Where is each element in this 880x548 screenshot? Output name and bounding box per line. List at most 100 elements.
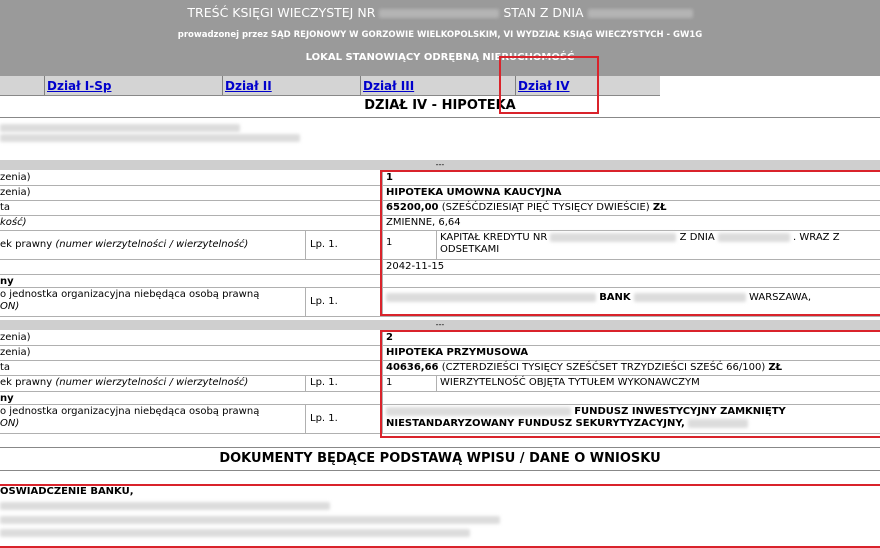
redacted-text xyxy=(0,502,330,510)
table-row: kość) ZMIENNE, 6,64 xyxy=(0,216,880,231)
table-row: ny xyxy=(0,275,880,288)
table-row: ek prawny (numer wierzytelności / wierzy… xyxy=(0,231,880,260)
tab-dzial-4[interactable]: Dział IV xyxy=(515,76,660,95)
kw-state-label: STAN Z DNIA xyxy=(503,5,584,20)
label-creditor: ny xyxy=(0,393,14,404)
label-entry-number: zenia) xyxy=(0,332,31,343)
creditor-name: FUNDUSZ INWESTYCYJNY ZAMKNIĘTY NIESTANDA… xyxy=(386,406,786,430)
table-row: zenia) HIPOTEKA PRZYMUSOWA xyxy=(0,346,880,361)
redacted-text xyxy=(550,232,677,242)
column-divider xyxy=(436,231,437,259)
table-row: 2042-11-15 xyxy=(0,260,880,275)
label-org-line: ON) xyxy=(0,301,20,312)
table-row: ta 65200,00 (SZEŚĆDZIESIĄT PIĘĆ TYSIĘCY … xyxy=(0,201,880,216)
column-divider xyxy=(382,275,383,287)
column-divider xyxy=(436,376,437,391)
interest-value: ZMIENNE, 6,64 xyxy=(386,217,461,228)
column-divider xyxy=(382,376,383,391)
redacted-text xyxy=(386,292,596,302)
column-divider xyxy=(382,331,383,345)
separator-row: --- xyxy=(0,160,880,170)
tab-dzial-1[interactable]: Dział I-Sp xyxy=(44,76,221,95)
column-divider xyxy=(305,405,306,433)
document-item: OŚWIADCZENIE BANKU, xyxy=(0,486,134,497)
kw-court-line: prowadzonej przez SĄD REJONOWY W GORZOWI… xyxy=(177,30,703,40)
tab-dzial-3[interactable]: Dział III xyxy=(360,76,511,95)
claim-text-part: Z DNIA xyxy=(679,232,715,243)
mortgage-number: 1 xyxy=(386,172,393,183)
amount-words: (SZEŚĆDZIESIĄT PIĘĆ TYSIĘCY DWIEŚCIE) xyxy=(441,202,650,213)
column-divider xyxy=(382,405,383,433)
column-divider xyxy=(382,186,383,200)
label-org-unit: o jednostka organizacyjna niebędąca osob… xyxy=(0,406,259,430)
repayment-date: 2042-11-15 xyxy=(386,261,445,272)
column-divider xyxy=(382,216,383,230)
column-divider xyxy=(305,231,306,259)
tab-dzial-3-link[interactable]: Dział III xyxy=(363,79,414,93)
creditor-bank: BANK xyxy=(599,292,631,303)
label-claim-italic: (numer wierzytelności / wierzytelność) xyxy=(55,239,249,250)
tab-dzial-1-link[interactable]: Dział I-Sp xyxy=(47,79,111,93)
table-row: zenia) HIPOTEKA UMOWNA KAUCYJNA xyxy=(0,186,880,201)
column-divider xyxy=(382,288,383,316)
label-interest: kość) xyxy=(0,217,27,228)
claim-text-part: KAPITAŁ KREDYTU NR xyxy=(440,232,548,243)
tab-dzial-2-link[interactable]: Dział II xyxy=(225,79,272,93)
creditor-name: BANK WARSZAWA, xyxy=(386,292,811,304)
section-tabs: Dział I-Sp Dział II Dział III Dział IV xyxy=(0,76,660,96)
claim-text-part: . WRAZ Z xyxy=(793,232,840,243)
tab-dzial-2[interactable]: Dział II xyxy=(222,76,359,95)
column-divider xyxy=(382,392,383,404)
label-org-line: ON) xyxy=(0,418,20,429)
claim-index: 1 xyxy=(386,377,393,388)
mortgage-number: 2 xyxy=(386,332,393,343)
section-title: DZIAŁ IV - HIPOTEKA xyxy=(0,95,880,118)
tab-dzial-4-link[interactable]: Dział IV xyxy=(518,79,570,93)
label-claim: ek prawny (numer wierzytelności / wierzy… xyxy=(0,239,248,251)
column-divider xyxy=(382,260,383,274)
column-divider xyxy=(382,361,383,375)
label-claim-prefix: ek prawny xyxy=(0,377,53,388)
table-row: o jednostka organizacyjna niebędąca osob… xyxy=(0,405,880,434)
amount-currency: ZŁ xyxy=(768,362,783,373)
documents-title: DOKUMENTY BĘDĄCE PODSTAWĄ WPISU / DANE O… xyxy=(219,451,661,466)
column-divider xyxy=(382,346,383,360)
separator-text: --- xyxy=(435,160,445,169)
claim-text: KAPITAŁ KREDYTU NR Z DNIA . WRAZ Z ODSET… xyxy=(440,232,880,256)
section-title-text: DZIAŁ IV - HIPOTEKA xyxy=(364,98,516,113)
creditor-line: NIESTANDARYZOWANY FUNDUSZ SEKURYTYZACYJN… xyxy=(386,418,685,429)
redacted-text xyxy=(0,124,240,132)
creditor-line: FUNDUSZ INWESTYCYJNY ZAMKNIĘTY xyxy=(574,406,786,417)
kw-title-line: TREŚĆ KSIĘGI WIECZYSTEJ NR STAN Z DNIA xyxy=(0,5,880,20)
claim-text-line2: ODSETKAMI xyxy=(440,244,500,255)
redacted-text xyxy=(687,418,748,428)
amount-words: (CZTERDZIEŚCI TYSIĘCY SZEŚĆSET TRZYDZIEŚ… xyxy=(441,362,766,373)
kw-header: TREŚĆ KSIĘGI WIECZYSTEJ NR STAN Z DNIA p… xyxy=(0,0,880,76)
label-amount: ta xyxy=(0,202,11,213)
redacted-kw-number xyxy=(379,9,500,18)
label-mortgage-type: zenia) xyxy=(0,187,31,198)
amount-currency: ZŁ xyxy=(652,202,667,213)
redacted-text xyxy=(0,516,500,524)
label-claim-italic: (numer wierzytelności / wierzytelność) xyxy=(55,377,249,388)
redacted-text xyxy=(386,406,571,416)
table-row: zenia) 2 xyxy=(0,331,880,346)
mortgage-type: HIPOTEKA UMOWNA KAUCYJNA xyxy=(386,187,562,198)
label-org-unit: o jednostka organizacyjna niebędąca osob… xyxy=(0,289,259,313)
column-divider xyxy=(382,231,383,259)
creditor-lp: Lp. 1. xyxy=(310,413,338,424)
label-claim: ek prawny (numer wierzytelności / wierzy… xyxy=(0,377,248,389)
redacted-state-date xyxy=(587,9,693,18)
column-divider xyxy=(382,171,383,185)
kw-title-prefix: TREŚĆ KSIĘGI WIECZYSTEJ NR xyxy=(187,5,376,20)
claim-text: WIERZYTELNOŚĆ OBJĘTA TYTUŁEM WYKONAWCZYM xyxy=(440,377,700,388)
redacted-text xyxy=(0,529,470,537)
documents-header: DOKUMENTY BĘDĄCE PODSTAWĄ WPISU / DANE O… xyxy=(0,447,880,471)
redacted-text xyxy=(0,134,300,142)
column-divider xyxy=(305,288,306,316)
claim-lp: Lp. 1. xyxy=(310,377,338,388)
separator-text: --- xyxy=(435,320,445,329)
redacted-text xyxy=(633,292,746,302)
table-row: zenia) 1 xyxy=(0,171,880,186)
claim-lp: Lp. 1. xyxy=(310,239,338,250)
